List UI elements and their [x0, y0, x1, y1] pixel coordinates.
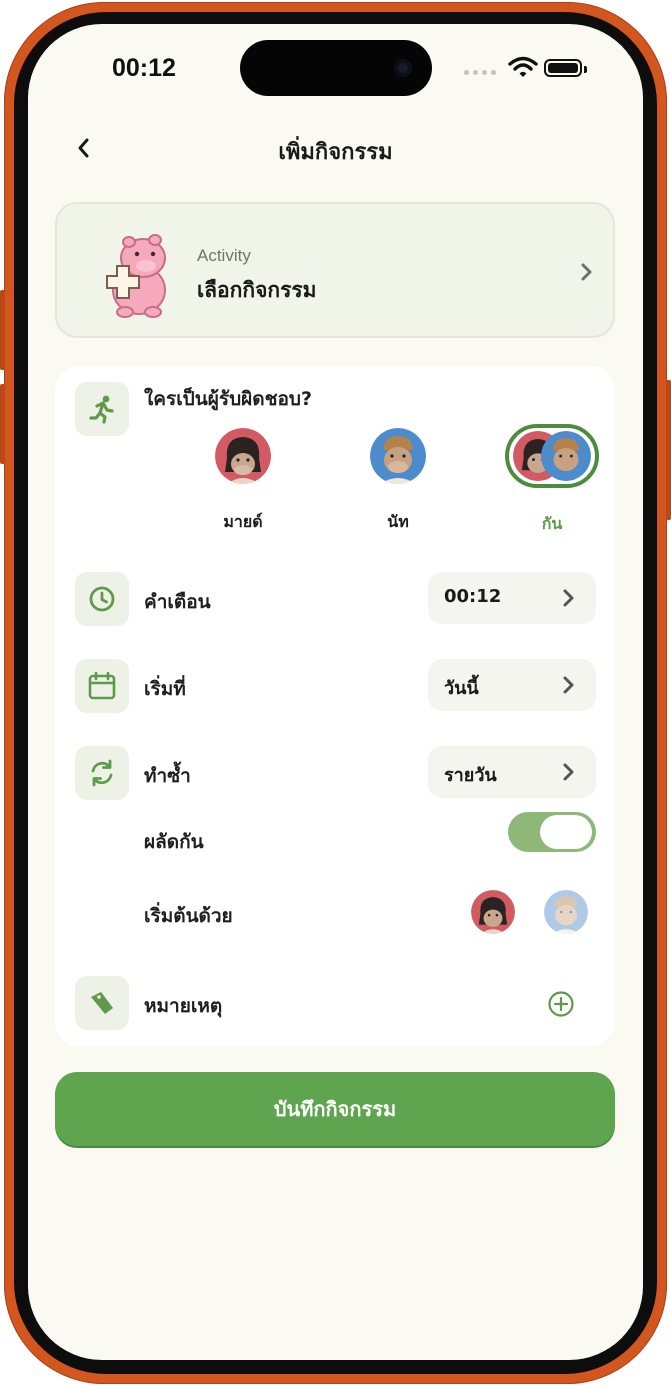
- reminder-label: คำเตือน: [144, 591, 211, 613]
- hippo-mascot-icon: [106, 234, 166, 318]
- tag-icon: [75, 976, 129, 1030]
- person-option-nut[interactable]: นัท: [343, 426, 453, 535]
- alternate-toggle[interactable]: [508, 812, 596, 852]
- dynamic-island: [240, 40, 432, 96]
- wifi-icon: [508, 56, 538, 77]
- start-date-picker[interactable]: วันนี้: [428, 659, 596, 711]
- chevron-right-icon: [581, 263, 592, 281]
- responsible-question: ใครเป็นผู้รับผิดชอบ?: [144, 388, 312, 410]
- volume-down-button: [0, 384, 5, 464]
- camera-icon: [394, 59, 412, 77]
- avatar-nut: [541, 431, 591, 481]
- reminder-value: 00:12: [444, 586, 502, 607]
- runner-icon: [75, 382, 129, 436]
- toggle-knob: [540, 815, 592, 849]
- repeat-icon: [75, 746, 129, 800]
- activity-value: เลือกกิจกรรม: [197, 278, 317, 302]
- chevron-right-icon: [563, 676, 574, 694]
- start-with-label: เริ่มต้นด้วย: [144, 905, 233, 927]
- person-option-mind[interactable]: มายด์: [188, 426, 298, 535]
- person-option-together[interactable]: กัน: [497, 424, 607, 537]
- save-activity-button[interactable]: บันทึกกิจกรรม: [55, 1072, 615, 1146]
- activity-form: ใครเป็นผู้รับผิดชอบ? มายด์ นัท กัน คำเตื…: [55, 366, 615, 1046]
- avatar-nut: [370, 428, 426, 484]
- start-with-avatar-nut[interactable]: [544, 890, 588, 934]
- reminder-time-picker[interactable]: 00:12: [428, 572, 596, 624]
- repeat-label: ทำซ้ำ: [144, 765, 191, 787]
- start-with-avatar-mind[interactable]: [471, 890, 515, 934]
- person-name: นัท: [387, 512, 409, 531]
- start-label: เริ่มที่: [144, 678, 186, 700]
- start-value: วันนี้: [444, 678, 479, 699]
- avatar-mind: [215, 428, 271, 484]
- alternate-label: ผลัดกัน: [144, 831, 204, 853]
- chevron-right-icon: [563, 763, 574, 781]
- add-note-button[interactable]: [547, 990, 575, 1018]
- repeat-value: รายวัน: [444, 765, 497, 786]
- repeat-picker[interactable]: รายวัน: [428, 746, 596, 798]
- battery-icon: [544, 59, 582, 77]
- person-name: กัน: [541, 514, 563, 533]
- power-button: [666, 380, 671, 520]
- person-name: มายด์: [223, 512, 263, 531]
- battery-tip: [584, 66, 587, 73]
- note-label: หมายเหตุ: [144, 995, 223, 1017]
- page-title: เพิ่มกิจกรรม: [278, 140, 393, 165]
- clock-icon: [75, 572, 129, 626]
- activity-selector[interactable]: Activity เลือกกิจกรรม: [55, 202, 615, 338]
- activity-label: Activity: [197, 246, 251, 265]
- chevron-right-icon: [563, 589, 574, 607]
- calendar-icon: [75, 659, 129, 713]
- volume-up-button: [0, 290, 5, 370]
- status-time: 00:12: [112, 54, 176, 82]
- signal-icon: [464, 70, 496, 75]
- status-icons: [464, 56, 594, 80]
- app-screen: 00:12 เพิ่มกิจกรรม Activity เลือกกิจกรรม…: [28, 24, 643, 1360]
